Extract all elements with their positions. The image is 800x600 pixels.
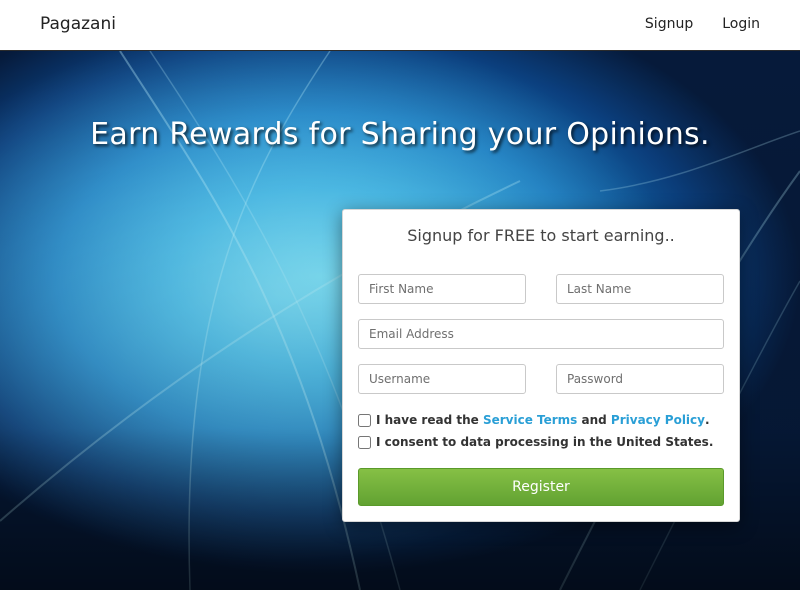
service-terms-link[interactable]: Service Terms	[483, 413, 577, 427]
terms-suffix-text: .	[704, 413, 710, 427]
signup-form-title: Signup for FREE to start earning..	[407, 226, 675, 245]
consent-row: I consent to data processing in the Unit…	[358, 435, 713, 449]
nav-links: Signup Login	[616, 16, 760, 32]
terms-checkbox[interactable]	[358, 413, 371, 427]
terms-prefix-text: I have read the	[376, 413, 479, 427]
username-input[interactable]	[358, 364, 526, 394]
consent-text: I consent to data processing in the Unit…	[376, 435, 714, 449]
password-input[interactable]	[556, 364, 724, 394]
register-button[interactable]: Register	[358, 468, 724, 506]
privacy-policy-link[interactable]: Privacy Policy	[611, 413, 705, 427]
consent-checkbox[interactable]	[358, 435, 371, 449]
signup-form-card: Signup for FREE to start earning.. I hav…	[342, 209, 740, 522]
brand-logo[interactable]: Pagazani	[40, 14, 116, 34]
nav-login-link[interactable]: Login	[722, 16, 760, 32]
first-name-input[interactable]	[358, 274, 526, 304]
nav-signup-link[interactable]: Signup	[645, 16, 693, 32]
page-footer-strip	[0, 590, 800, 600]
hero-headline: Earn Rewards for Sharing your Opinions.	[90, 117, 710, 152]
terms-row: I have read the Service Terms and Privac…	[358, 413, 710, 427]
top-navbar: Pagazani Signup Login	[0, 0, 800, 51]
email-address-input[interactable]	[358, 319, 724, 349]
hero-section: Earn Rewards for Sharing your Opinions. …	[0, 51, 800, 590]
last-name-input[interactable]	[556, 274, 724, 304]
terms-and-text: and	[581, 413, 607, 427]
